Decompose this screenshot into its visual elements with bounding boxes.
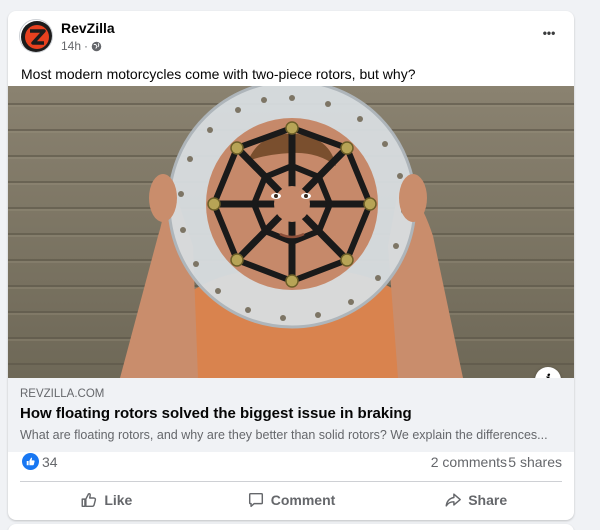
comments-count[interactable]: 2 comments (431, 454, 507, 470)
globe-icon (91, 41, 102, 51)
like-reaction-icon[interactable] (22, 453, 39, 470)
page-avatar[interactable] (19, 19, 53, 53)
next-post-card (8, 524, 574, 530)
comment-icon (248, 492, 263, 508)
page-name[interactable]: RevZilla (61, 20, 115, 36)
post-caption: Most modern motorcycles come with two-pi… (21, 66, 416, 82)
more-options-icon: ••• (542, 26, 556, 40)
share-icon (445, 493, 462, 507)
revzilla-logo-icon (21, 21, 52, 52)
link-image[interactable] (8, 86, 574, 378)
share-label: Share (468, 492, 508, 508)
post-actions: Like Comment Share (8, 484, 574, 516)
link-preview[interactable]: i REVZILLA.COM How floating rotors solve… (8, 86, 574, 452)
post-time[interactable]: 14h (61, 39, 81, 53)
comment-button[interactable]: Comment (199, 484, 384, 516)
share-button[interactable]: Share (383, 484, 568, 516)
like-button[interactable]: Like (14, 484, 199, 516)
shares-count[interactable]: 5 shares (508, 454, 562, 470)
link-title: How floating rotors solved the biggest i… (20, 405, 412, 422)
action-divider (20, 481, 562, 482)
link-details[interactable]: REVZILLA.COM How floating rotors solved … (8, 378, 574, 452)
link-domain: REVZILLA.COM (20, 388, 105, 400)
like-label: Like (104, 492, 133, 508)
reaction-count[interactable]: 34 (42, 454, 58, 470)
post-header: RevZilla 14h · ••• (8, 11, 574, 57)
more-options-button[interactable]: ••• (538, 23, 560, 43)
link-description: What are floating rotors, and why are th… (20, 428, 548, 442)
brake-rotor-photo (8, 86, 574, 378)
meta-separator: · (84, 39, 89, 53)
post-card: RevZilla 14h · ••• Most modern motorcycl… (8, 11, 574, 520)
post-meta: 14h · (61, 39, 102, 53)
comment-label: Comment (270, 492, 336, 508)
thumbs-up-icon (81, 493, 97, 508)
post-stats: 34 2 comments 5 shares (8, 452, 574, 476)
